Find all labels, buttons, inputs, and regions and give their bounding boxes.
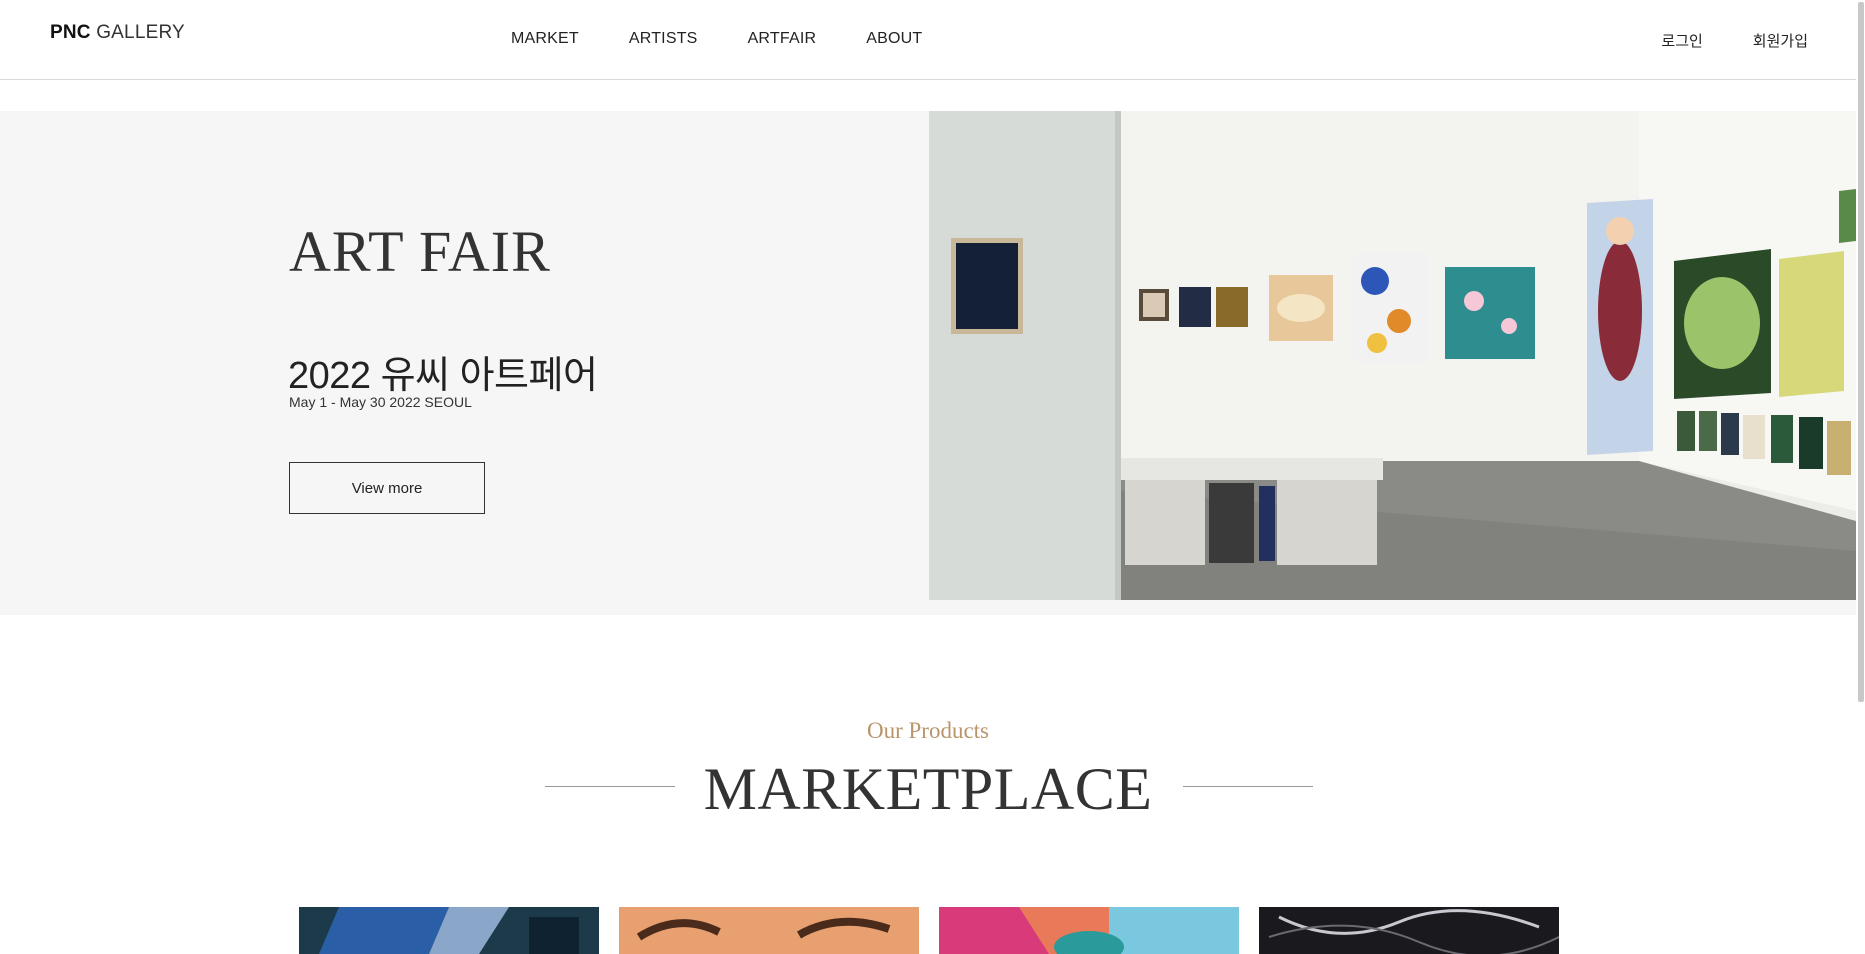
login-link[interactable]: 로그인	[1661, 30, 1702, 51]
product-card[interactable]	[1259, 907, 1559, 954]
marketplace-eyebrow: Our Products	[866, 718, 990, 743]
scrollbar-thumb[interactable]	[1858, 2, 1864, 702]
product-image	[939, 907, 1239, 954]
product-card[interactable]	[619, 907, 919, 954]
hero-title: ART FAIR	[289, 219, 551, 284]
logo-bold-text: PNC	[50, 22, 91, 43]
auth-links: 로그인 회원가입	[1611, 30, 1808, 51]
product-card[interactable]	[299, 907, 599, 954]
page-scrollbar[interactable]	[1856, 0, 1865, 954]
nav-artfair[interactable]: ARTFAIR	[748, 30, 817, 48]
logo-light-text: GALLERY	[96, 22, 185, 43]
gallery-photo	[929, 111, 1856, 600]
product-card[interactable]	[939, 907, 1239, 954]
product-grid	[299, 907, 1579, 954]
hero-subtitle: 2022 유씨 아트페어	[288, 355, 598, 397]
nav-market[interactable]: MARKET	[511, 30, 579, 48]
nav-about[interactable]: ABOUT	[866, 30, 922, 48]
product-image	[299, 907, 599, 954]
main-nav: MARKET ARTISTS ARTFAIR ABOUT	[511, 30, 972, 48]
view-more-button[interactable]: View more	[289, 462, 485, 514]
product-image	[1259, 907, 1559, 954]
hero-date: May 1 - May 30 2022 SEOUL	[289, 394, 472, 410]
nav-artists[interactable]: ARTISTS	[629, 30, 698, 48]
site-header: PNC GALLERY MARKET ARTISTS ARTFAIR ABOUT…	[0, 0, 1865, 80]
divider-right	[1183, 786, 1313, 787]
marketplace-title: MARKETPLACE	[703, 756, 1153, 822]
site-logo[interactable]: PNC GALLERY	[50, 22, 185, 44]
product-image	[619, 907, 919, 954]
signup-link[interactable]: 회원가입	[1753, 30, 1808, 51]
